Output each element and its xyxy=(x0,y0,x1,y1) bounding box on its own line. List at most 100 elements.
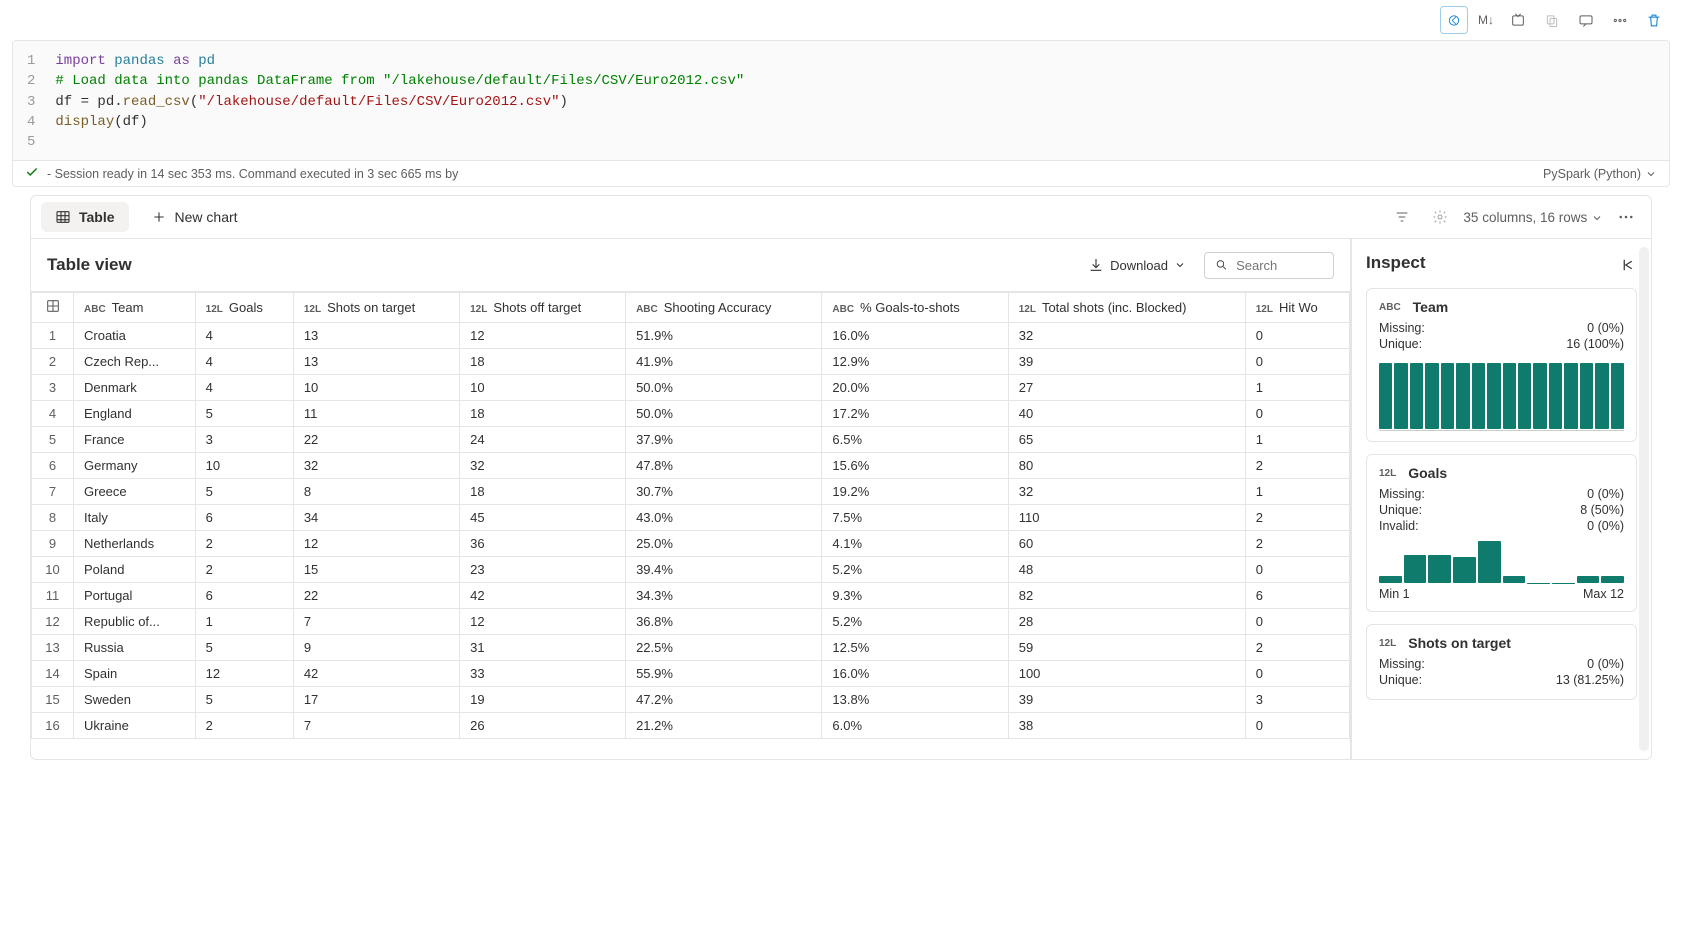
table-row[interactable]: 8Italy6344543.0%7.5%1102 xyxy=(32,505,1350,531)
cell[interactable]: 8 xyxy=(293,479,459,505)
cell[interactable]: 2 xyxy=(1245,635,1349,661)
shape-indicator[interactable]: 35 columns, 16 rows xyxy=(1463,210,1603,225)
cell[interactable]: 31 xyxy=(460,635,626,661)
cell[interactable]: 9.3% xyxy=(822,583,1008,609)
cell[interactable]: 30.7% xyxy=(626,479,822,505)
cell[interactable]: 10 xyxy=(195,453,293,479)
cell[interactable]: 0 xyxy=(1245,557,1349,583)
cell[interactable]: 12 xyxy=(460,323,626,349)
cell[interactable]: 7 xyxy=(293,713,459,739)
cell[interactable]: 59 xyxy=(1008,635,1245,661)
search-field[interactable] xyxy=(1234,257,1323,274)
column-header[interactable]: ABCTeam xyxy=(74,293,196,323)
table-row[interactable]: 1Croatia4131251.9%16.0%320 xyxy=(32,323,1350,349)
cell[interactable]: 7 xyxy=(293,609,459,635)
table-row[interactable]: 16Ukraine272621.2%6.0%380 xyxy=(32,713,1350,739)
table-row[interactable]: 15Sweden5171947.2%13.8%393 xyxy=(32,687,1350,713)
cell[interactable]: Poland xyxy=(74,557,196,583)
cell[interactable]: France xyxy=(74,427,196,453)
cell[interactable]: 3 xyxy=(195,427,293,453)
cell[interactable]: Greece xyxy=(74,479,196,505)
cell[interactable]: 10 xyxy=(460,375,626,401)
cell[interactable]: Portugal xyxy=(74,583,196,609)
cell[interactable]: 32 xyxy=(293,453,459,479)
cell[interactable]: Ukraine xyxy=(74,713,196,739)
table-row[interactable]: 3Denmark4101050.0%20.0%271 xyxy=(32,375,1350,401)
cell[interactable]: 47.8% xyxy=(626,453,822,479)
cell[interactable]: 6 xyxy=(195,505,293,531)
cell[interactable]: 60 xyxy=(1008,531,1245,557)
cell[interactable]: 19.2% xyxy=(822,479,1008,505)
cell[interactable]: 50.0% xyxy=(626,401,822,427)
cell[interactable]: 7.5% xyxy=(822,505,1008,531)
cell[interactable]: 11 xyxy=(293,401,459,427)
cell[interactable]: 43.0% xyxy=(626,505,822,531)
cell[interactable]: 41.9% xyxy=(626,349,822,375)
cell[interactable]: 82 xyxy=(1008,583,1245,609)
cell[interactable]: 65 xyxy=(1008,427,1245,453)
cell[interactable]: 12 xyxy=(460,609,626,635)
cell[interactable]: Italy xyxy=(74,505,196,531)
cell[interactable]: 48 xyxy=(1008,557,1245,583)
delete-icon[interactable] xyxy=(1640,6,1668,34)
cell[interactable]: 20.0% xyxy=(822,375,1008,401)
collapse-icon[interactable] xyxy=(1619,251,1637,274)
cell[interactable]: 16.0% xyxy=(822,323,1008,349)
cell[interactable]: 36.8% xyxy=(626,609,822,635)
cell[interactable]: 33 xyxy=(460,661,626,687)
cell[interactable]: 21.2% xyxy=(626,713,822,739)
cell[interactable]: 1 xyxy=(1245,427,1349,453)
cell[interactable]: 2 xyxy=(195,713,293,739)
cell[interactable]: 51.9% xyxy=(626,323,822,349)
cell[interactable]: 5.2% xyxy=(822,557,1008,583)
cell[interactable]: 110 xyxy=(1008,505,1245,531)
cell[interactable]: 100 xyxy=(1008,661,1245,687)
cell[interactable]: 24 xyxy=(460,427,626,453)
cell[interactable]: 0 xyxy=(1245,661,1349,687)
cell[interactable]: 2 xyxy=(1245,531,1349,557)
table-row[interactable]: 7Greece581830.7%19.2%321 xyxy=(32,479,1350,505)
cell[interactable]: 15 xyxy=(293,557,459,583)
cell[interactable]: 10 xyxy=(293,375,459,401)
cell[interactable]: 13.8% xyxy=(822,687,1008,713)
table-row[interactable]: 6Germany10323247.8%15.6%802 xyxy=(32,453,1350,479)
cell[interactable]: 32 xyxy=(460,453,626,479)
cell[interactable]: 27 xyxy=(1008,375,1245,401)
cell[interactable]: 1 xyxy=(1245,375,1349,401)
cell[interactable]: 5 xyxy=(195,401,293,427)
cell[interactable]: 4.1% xyxy=(822,531,1008,557)
kernel-selector[interactable]: PySpark (Python) xyxy=(1543,167,1657,181)
scrollbar[interactable] xyxy=(1639,247,1649,751)
cell[interactable]: Spain xyxy=(74,661,196,687)
column-header[interactable]: 12LHit Wo xyxy=(1245,293,1349,323)
cell[interactable]: 0 xyxy=(1245,349,1349,375)
column-header[interactable]: 12LTotal shots (inc. Blocked) xyxy=(1008,293,1245,323)
cell[interactable]: 4 xyxy=(195,323,293,349)
table-row[interactable]: 10Poland2152339.4%5.2%480 xyxy=(32,557,1350,583)
cell[interactable]: 19 xyxy=(460,687,626,713)
data-grid[interactable]: ABCTeam12LGoals12LShots on target12LShot… xyxy=(31,291,1350,759)
cell[interactable]: 34 xyxy=(293,505,459,531)
cell[interactable]: 13 xyxy=(293,349,459,375)
cell[interactable]: 32 xyxy=(1008,323,1245,349)
cell[interactable]: 6.5% xyxy=(822,427,1008,453)
column-header[interactable]: 12LShots on target xyxy=(293,293,459,323)
cell[interactable]: 18 xyxy=(460,349,626,375)
cell[interactable]: 6.0% xyxy=(822,713,1008,739)
code-editor[interactable]: 1 2 3 4 5 import pandas as pd # Load dat… xyxy=(13,41,1669,160)
cell[interactable]: 2 xyxy=(1245,505,1349,531)
gear-icon[interactable] xyxy=(1425,202,1455,232)
cell[interactable]: 38 xyxy=(1008,713,1245,739)
cell[interactable]: Croatia xyxy=(74,323,196,349)
cell[interactable]: 12 xyxy=(293,531,459,557)
table-row[interactable]: 13Russia593122.5%12.5%592 xyxy=(32,635,1350,661)
cell[interactable]: 42 xyxy=(460,583,626,609)
cell[interactable]: Russia xyxy=(74,635,196,661)
cell[interactable]: 0 xyxy=(1245,713,1349,739)
cell[interactable]: 34.3% xyxy=(626,583,822,609)
cell[interactable]: 5 xyxy=(195,479,293,505)
cell[interactable]: 80 xyxy=(1008,453,1245,479)
download-button[interactable]: Download xyxy=(1080,251,1194,279)
cell[interactable]: 5.2% xyxy=(822,609,1008,635)
cell[interactable]: 5 xyxy=(195,635,293,661)
